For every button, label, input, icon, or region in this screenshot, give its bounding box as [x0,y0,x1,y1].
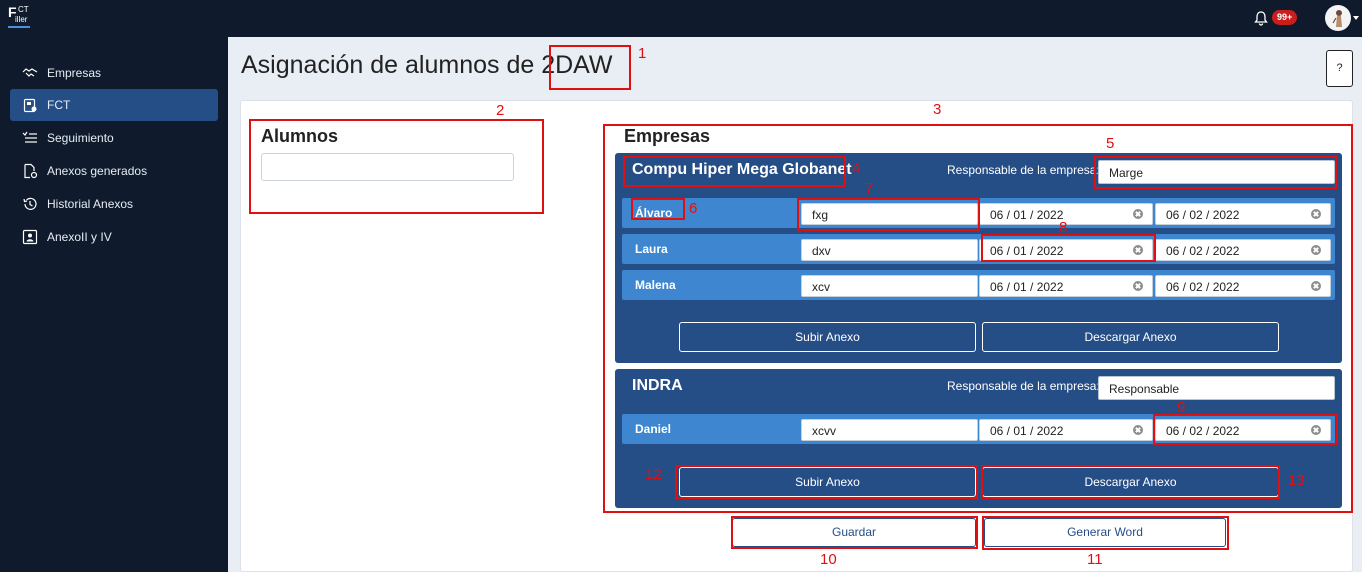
bell-icon[interactable] [1253,10,1269,26]
sidebar-item-fct[interactable]: FCT [10,89,218,121]
annotation-box-9 [1153,414,1338,445]
sidebar-item-anexoii-y-iv[interactable]: AnexoII y IV [10,221,218,253]
annotation-box-6 [631,198,685,220]
sidebar-item-anexos-generados[interactable]: Anexos generados [10,155,218,187]
annotation-label-2: 2 [496,102,505,119]
history-icon [23,197,37,210]
annotation-box-2 [249,119,544,214]
annotation-label-4: 4 [852,160,861,177]
handshake-icon [22,68,38,77]
annotation-box-5 [1094,156,1337,189]
annotation-box-8 [981,234,1156,262]
sidebar-item-label: Seguimiento [47,131,114,145]
avatar-figure-icon [1332,10,1342,27]
annotation-box-4 [623,156,846,187]
annotation-label-8: 8 [1059,219,1068,236]
annotation-box-1 [549,45,631,90]
annotation-label-13: 13 [1288,472,1305,489]
notification-badge[interactable]: 99+ [1272,10,1298,25]
sidebar-item-label: Anexos generados [47,164,148,178]
file-gear-icon [24,163,38,179]
app-logo[interactable]: F CT iller [6,4,32,30]
annotation-box-13 [981,465,1280,499]
annotation-label-11: 11 [1087,551,1103,568]
sidebar-item-historial-anexos[interactable]: Historial Anexos [10,188,218,220]
annotation-label-7: 7 [865,180,874,197]
logo-underline [8,26,30,28]
checklist-icon [22,131,37,143]
sidebar: Empresas FCT Seguimiento Anexos generado… [0,37,228,572]
annotation-label-1: 1 [638,45,647,62]
clipboard-icon [23,98,37,113]
annotation-box-12 [675,465,978,499]
sidebar-item-label: AnexoII y IV [47,230,112,244]
annotation-label-6: 6 [689,200,698,217]
id-card-icon [22,229,38,245]
annotation-label-5: 5 [1106,135,1115,152]
annotation-label-9: 9 [1177,399,1186,416]
user-avatar[interactable] [1325,5,1351,31]
annotation-label-10: 10 [820,551,837,568]
logo-letters-iller: iller [15,15,28,24]
annotation-label-12: 12 [645,466,662,483]
sidebar-item-label: FCT [47,98,71,112]
annotation-box-10 [731,516,978,549]
annotation-box-11 [982,516,1229,550]
sidebar-item-label: Historial Anexos [47,197,134,211]
top-bar: F CT iller 99+ [0,0,1362,37]
annotation-label-3: 3 [933,101,942,118]
sidebar-item-empresas[interactable]: Empresas [10,57,218,89]
logo-letters-ct: CT [18,5,29,14]
help-button[interactable]: ? [1326,50,1353,87]
annotation-box-7 [797,198,980,231]
chevron-down-icon[interactable] [1353,16,1359,20]
sidebar-item-label: Empresas [47,66,102,80]
sidebar-item-seguimiento[interactable]: Seguimiento [10,122,218,154]
